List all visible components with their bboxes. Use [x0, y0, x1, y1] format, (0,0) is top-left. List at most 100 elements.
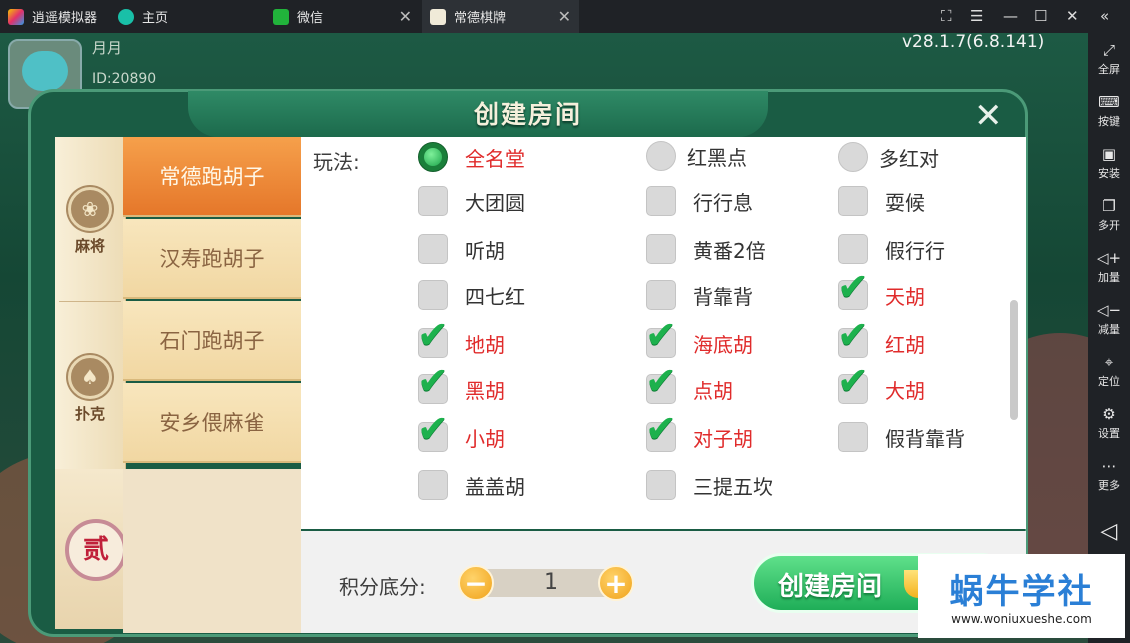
- option-item[interactable]: ✔ 小胡: [417, 409, 505, 453]
- checkbox[interactable]: ✔: [645, 361, 677, 404]
- tab-emulator[interactable]: 逍遥模拟器: [0, 0, 110, 33]
- sidebar-more[interactable]: ⋯ 更多: [1088, 457, 1130, 493]
- checkbox[interactable]: [418, 186, 448, 216]
- option-item[interactable]: 听胡: [418, 233, 505, 265]
- game-item-anxiang[interactable]: 安乡偎麻雀: [123, 383, 301, 463]
- screenshot-icon[interactable]: ⛶: [941, 7, 952, 25]
- close-tab-icon[interactable]: ✕: [399, 7, 412, 26]
- sidebar-location[interactable]: ⌖ 定位: [1088, 353, 1130, 389]
- option-label: 四七红: [465, 284, 525, 309]
- watermark-title: 蜗牛学社: [949, 572, 1094, 612]
- option-item[interactable]: 四七红: [418, 279, 525, 311]
- checkbox[interactable]: ✔: [417, 315, 449, 358]
- maximize-icon[interactable]: ☐: [1034, 7, 1047, 25]
- option-item[interactable]: 假背靠背: [838, 421, 965, 453]
- category-label: 扑克: [74, 405, 105, 423]
- checkbox[interactable]: [838, 186, 868, 216]
- sidebar-volume-down[interactable]: ◁− 减量: [1088, 301, 1130, 337]
- option-item[interactable]: ✔ 点胡: [645, 361, 733, 405]
- option-item[interactable]: ✔ 海底胡: [645, 315, 753, 359]
- option-item[interactable]: ✔ 地胡: [417, 315, 505, 359]
- tab-home[interactable]: 主页: [110, 0, 262, 33]
- menu-icon[interactable]: ☰: [970, 7, 983, 25]
- sidebar-multi[interactable]: ❐ 多开: [1088, 197, 1130, 233]
- option-item[interactable]: ✔ 红胡: [837, 315, 925, 359]
- sidebar-label: 设置: [1098, 427, 1120, 440]
- checkbox[interactable]: ✔: [417, 409, 449, 452]
- emulator-logo-icon: [8, 8, 24, 25]
- option-item[interactable]: ✔ 大胡: [837, 361, 925, 405]
- scrollbar[interactable]: [1010, 300, 1018, 420]
- minus-button[interactable]: −: [458, 565, 494, 601]
- close-icon[interactable]: ✕: [974, 99, 1003, 133]
- seal-emblem: 贰: [65, 519, 127, 581]
- tab-label: 微信: [297, 11, 324, 26]
- back-icon[interactable]: ◁: [1088, 519, 1130, 544]
- checkbox[interactable]: [838, 234, 868, 264]
- option-label: 盖盖胡: [465, 474, 525, 499]
- option-item[interactable]: ✔ 对子胡: [645, 409, 753, 453]
- option-item[interactable]: 盖盖胡: [418, 469, 525, 501]
- mode-hongheidian[interactable]: 红黑点: [646, 140, 747, 172]
- sidebar-label: 减量: [1098, 323, 1120, 336]
- checkbox[interactable]: ✔: [837, 361, 869, 404]
- option-item[interactable]: 三提五坎: [646, 469, 773, 501]
- radio-button[interactable]: [418, 142, 448, 172]
- checkmark-icon: ✔: [837, 359, 869, 403]
- game-item-hanshou[interactable]: 汉寿跑胡子: [123, 219, 301, 299]
- close-window-icon[interactable]: ✕: [1066, 7, 1079, 25]
- sidebar-keys[interactable]: ⌨ 按键: [1088, 93, 1130, 129]
- score-value: 1: [544, 570, 558, 595]
- checkbox[interactable]: [418, 280, 448, 310]
- checkmark-icon: ✔: [417, 407, 449, 451]
- collapse-sidebar-icon[interactable]: «: [1100, 7, 1109, 25]
- option-label: 耍候: [885, 190, 925, 215]
- option-item[interactable]: 黄番2倍: [646, 233, 766, 265]
- checkbox[interactable]: [646, 470, 676, 500]
- option-item[interactable]: ✔ 天胡: [837, 267, 925, 311]
- checkbox[interactable]: ✔: [417, 361, 449, 404]
- category-poker[interactable]: ♠ 扑克: [55, 355, 125, 424]
- option-item[interactable]: ✔ 黑胡: [417, 361, 505, 405]
- mode-quanmingtang[interactable]: 全名堂: [418, 141, 525, 173]
- game-app-icon: [430, 8, 446, 25]
- plus-button[interactable]: +: [598, 565, 634, 601]
- option-item[interactable]: 大团圆: [418, 185, 525, 217]
- sidebar-install[interactable]: ▣ 安装: [1088, 145, 1130, 181]
- checkbox[interactable]: [838, 422, 868, 452]
- option-label: 听胡: [465, 238, 505, 263]
- tab-game[interactable]: 常德棋牌 ✕: [422, 0, 579, 33]
- checkbox[interactable]: ✔: [837, 267, 869, 310]
- checkbox[interactable]: [646, 280, 676, 310]
- option-item[interactable]: 耍候: [838, 185, 925, 217]
- option-item[interactable]: 背靠背: [646, 279, 753, 311]
- option-label: 对子胡: [693, 426, 753, 451]
- checkbox[interactable]: [646, 186, 676, 216]
- game-item-shimen[interactable]: 石门跑胡子: [123, 301, 301, 381]
- close-tab-icon[interactable]: ✕: [558, 7, 571, 26]
- spade-icon: ♠: [68, 355, 112, 399]
- sidebar-volume-up[interactable]: ◁+ 加量: [1088, 249, 1130, 285]
- radio-button[interactable]: [838, 142, 868, 172]
- checkmark-icon: ✔: [837, 313, 869, 357]
- checkbox[interactable]: [418, 234, 448, 264]
- create-button-label: 创建房间: [778, 572, 883, 602]
- checkbox[interactable]: ✔: [645, 409, 677, 452]
- game-item-changde[interactable]: 常德跑胡子: [123, 137, 301, 217]
- tab-wechat[interactable]: 微信 ✕: [265, 0, 420, 33]
- checkbox[interactable]: [646, 234, 676, 264]
- minimize-icon[interactable]: —: [1003, 7, 1018, 25]
- checkbox[interactable]: ✔: [837, 315, 869, 358]
- sidebar-settings[interactable]: ⚙ 设置: [1088, 405, 1130, 441]
- checkbox[interactable]: [418, 470, 448, 500]
- checkbox[interactable]: ✔: [645, 315, 677, 358]
- mode-duohongdui[interactable]: 多红对: [838, 141, 939, 173]
- radio-button[interactable]: [646, 141, 676, 171]
- option-label: 点胡: [693, 378, 733, 403]
- watermark-url: www.woniuxueshe.com: [951, 612, 1092, 626]
- category-mahjong[interactable]: ❀ 麻将: [55, 187, 125, 256]
- option-label: 背靠背: [693, 284, 753, 309]
- option-item[interactable]: 行行息: [646, 185, 753, 217]
- sidebar-fullscreen[interactable]: ⤢ 全屏: [1088, 41, 1130, 77]
- option-item[interactable]: 假行行: [838, 233, 945, 265]
